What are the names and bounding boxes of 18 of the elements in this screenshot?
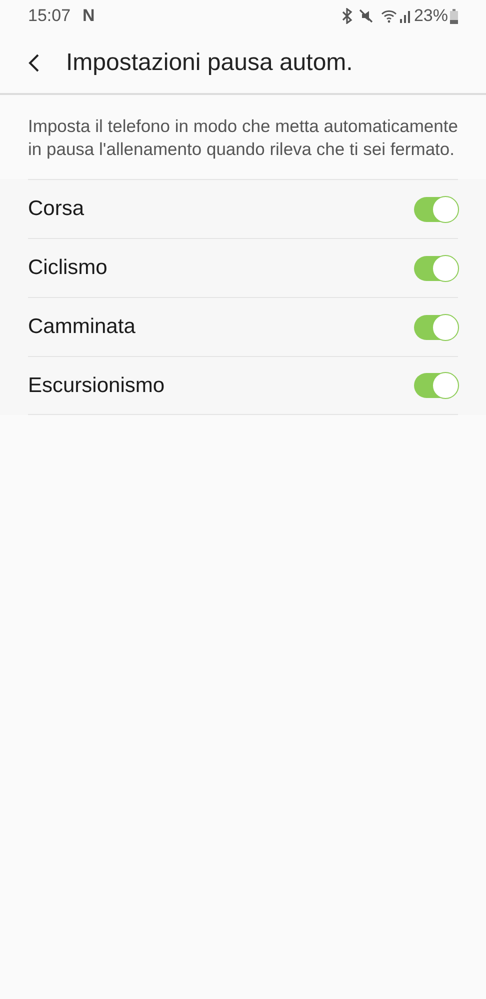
activity-label: Ciclismo	[28, 255, 108, 282]
page-title: Impostazioni pausa autom.	[66, 48, 353, 78]
toggle-switch[interactable]	[414, 373, 458, 398]
battery-percent: 23%	[414, 5, 448, 28]
signal-icon	[398, 9, 411, 23]
battery-icon	[450, 8, 458, 24]
activity-label: Escursionismo	[28, 372, 165, 399]
mute-icon	[358, 9, 373, 23]
wifi-icon	[380, 9, 397, 23]
activity-label: Corsa	[28, 196, 84, 222]
toggle-switch[interactable]	[414, 314, 458, 340]
toggle-switch[interactable]	[414, 196, 458, 222]
description-text: Imposta il telefono in modo che metta automaticamente in pausa l'allenamento quando rileva che ti sei fermato.	[27, 115, 459, 161]
bluetooth-icon	[340, 8, 353, 24]
toggle-switch[interactable]	[414, 256, 458, 280]
activity-label: Camminata	[28, 314, 136, 340]
notification-icon: N	[82, 3, 95, 29]
status-time: 15:07	[28, 5, 71, 28]
